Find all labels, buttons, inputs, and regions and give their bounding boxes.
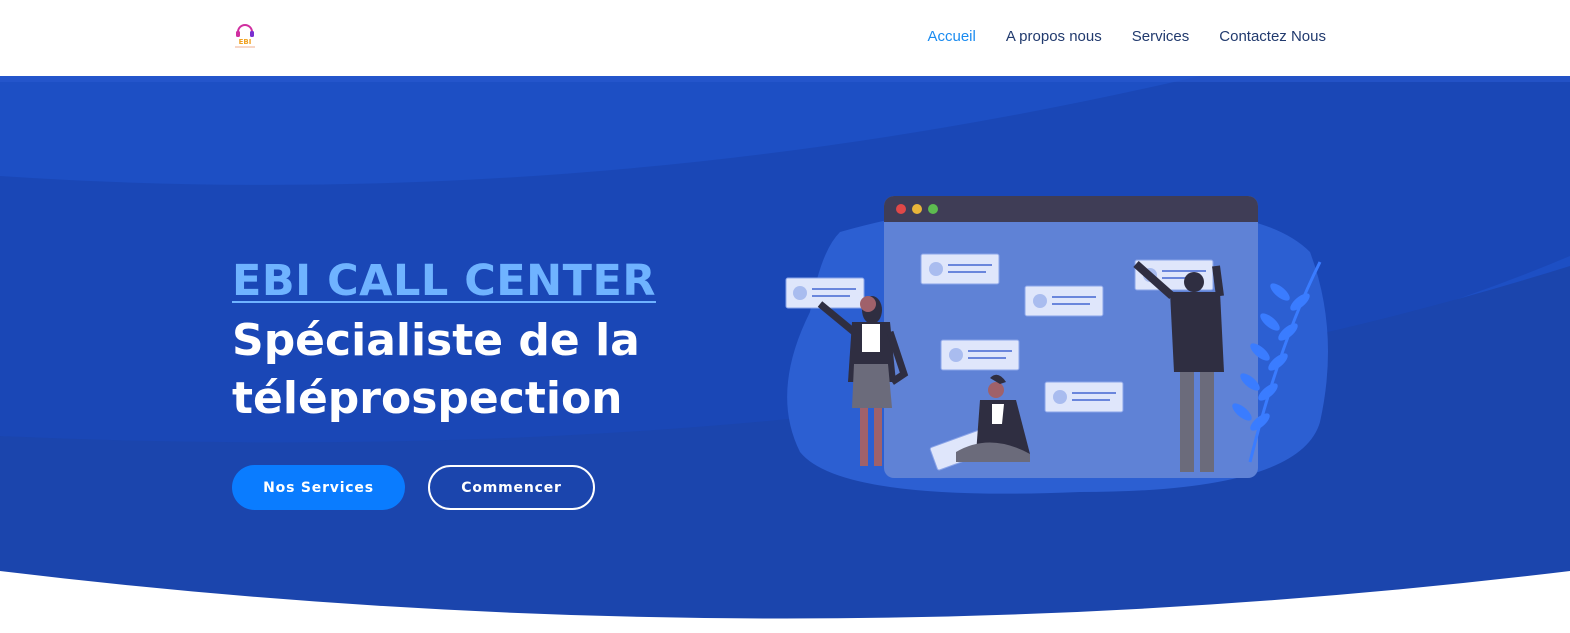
nav-item-services[interactable]: Services <box>1132 27 1190 47</box>
nav-item-contact[interactable]: Contactez Nous <box>1219 27 1326 47</box>
ebi-logo[interactable]: EBI <box>230 22 260 50</box>
svg-text:EBI: EBI <box>239 38 252 46</box>
main-nav: Accueil A propos nous Services Contactez… <box>897 27 1326 47</box>
hero-headline: Spécialiste de la téléprospection <box>232 315 640 424</box>
nos-services-button[interactable]: Nos Services <box>232 465 405 510</box>
site-header: EBI Accueil A propos nous Services Conta… <box>0 0 1570 76</box>
commencer-button[interactable]: Commencer <box>428 465 595 510</box>
team-collaboration-illustration <box>785 196 1328 494</box>
nav-item-a-propos[interactable]: A propos nous <box>1006 27 1102 47</box>
nav-item-accueil[interactable]: Accueil <box>927 27 975 47</box>
hero-eyebrow[interactable]: EBI CALL CENTER <box>232 256 656 306</box>
hero-section: EBI CALL CENTER Spécialiste de la télépr… <box>0 76 1570 633</box>
